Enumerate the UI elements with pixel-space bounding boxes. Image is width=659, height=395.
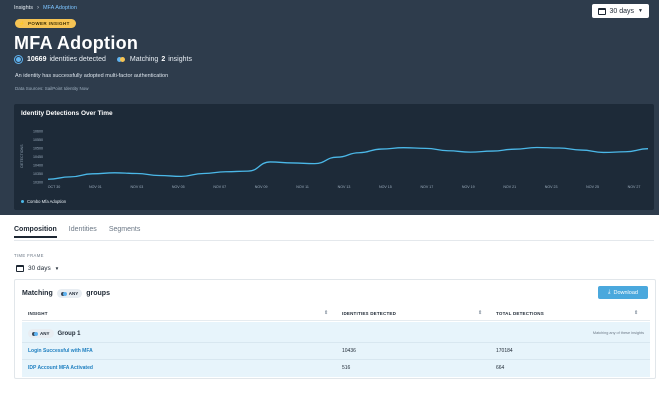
x-tick-label: NOV 27	[628, 185, 641, 189]
groups-icon	[60, 291, 67, 296]
matching-groups-heading: Matching ANY groups	[22, 289, 110, 298]
page: Insights › MFA Adoption 30 days ▼ ⚡ POWE…	[0, 0, 659, 395]
breadcrumb-separator: ›	[36, 5, 39, 11]
identities-value: 516	[342, 365, 351, 371]
y-tick-label: 10450	[33, 155, 43, 159]
groups-icon	[32, 331, 38, 336]
insight-link[interactable]: IDP Account MFA Activated	[28, 365, 93, 371]
identities-count: 10669	[27, 56, 47, 63]
detections-value: 170184	[496, 348, 513, 354]
data-sources: Data Sources: SailPoint Identity Now	[15, 86, 89, 91]
x-tick-label: NOV 17	[420, 185, 433, 189]
table-row: Login Successful with MFA 10436 170184	[22, 342, 650, 358]
group-row: ANY Group 1 Matching any of these insigh…	[22, 322, 650, 377]
y-tick-label: 10300	[33, 181, 43, 185]
series-line	[47, 146, 649, 180]
sort-icon[interactable]: ⇕	[324, 310, 328, 316]
download-button[interactable]: ⤓ Download	[598, 286, 648, 299]
badge-label: POWER INSIGHT	[28, 21, 70, 26]
sort-icon[interactable]: ⇕	[634, 310, 638, 316]
matching-groups-panel: Matching ANY groups ⤓ Download INSIGHT ⇕…	[14, 279, 656, 379]
y-tick-label: 10400	[33, 164, 43, 168]
insight-header: Insights › MFA Adoption 30 days ▼ ⚡ POWE…	[0, 0, 659, 215]
page-title: MFA Adoption	[14, 33, 139, 53]
matching-suffix: insights	[168, 56, 192, 63]
chart-legend[interactable]: Combo Mfa Adoption	[21, 199, 66, 204]
chevron-down-icon: ▼	[54, 265, 60, 271]
header-timeframe-dropdown[interactable]: 30 days ▼	[591, 4, 649, 18]
x-tick-label: NOV 03	[130, 185, 143, 189]
calendar-icon	[16, 264, 24, 272]
detections-line-chart: DETECTIONS 10600 10550 10500 10450 10400 10350…	[20, 130, 649, 189]
x-tick-label: NOV 23	[545, 185, 558, 189]
identity-icon	[15, 56, 22, 63]
matching-suffix-label: groups	[86, 290, 110, 297]
matching-prefix-label: Matching	[22, 290, 53, 297]
timeframe-value: 30 days	[28, 264, 51, 272]
x-tick-label: NOV 09	[255, 185, 268, 189]
insights-icon	[116, 56, 125, 63]
y-tick-label: 10500	[33, 147, 43, 151]
tab-identities[interactable]: Identities	[69, 226, 97, 238]
x-tick-label: NOV 05	[172, 185, 185, 189]
timeframe-dropdown[interactable]: 30 days ▼	[16, 262, 59, 274]
y-tick-label: 10600	[33, 130, 43, 134]
chevron-down-icon: ▼	[638, 8, 643, 14]
x-tick-label: NOV 19	[462, 185, 475, 189]
x-tick-label: NOV 25	[586, 185, 599, 189]
insight-description: An identity has successfully adopted mul…	[15, 73, 169, 79]
x-tick-label: NOV 21	[503, 185, 516, 189]
y-axis-title: DETECTIONS	[20, 144, 24, 168]
legend-swatch	[21, 200, 24, 203]
any-chip[interactable]: ANY	[56, 289, 83, 298]
detections-chart-card: Identity Detections Over Time DETECTIONS…	[14, 104, 654, 210]
matching-prefix: Matching	[129, 56, 159, 63]
tab-composition[interactable]: Composition	[14, 226, 57, 238]
header-total-detections[interactable]: TOTAL DETECTIONS	[496, 311, 544, 316]
timeframe-label: TIME FRAME	[14, 253, 44, 258]
any-chip-label: ANY	[68, 291, 79, 296]
insight-stats: 10669 identities detected Matching 2 ins…	[15, 56, 192, 63]
download-icon: ⤓	[608, 289, 611, 295]
matching-count: 2	[161, 56, 166, 63]
detections-value: 664	[496, 365, 505, 371]
calendar-icon	[597, 7, 606, 15]
breadcrumb-current: MFA Adoption	[42, 5, 77, 11]
tabs-divider	[14, 240, 654, 241]
group-title: ANY Group 1	[28, 329, 81, 338]
x-tick-label: NOV 07	[213, 185, 226, 189]
x-tick-label: OCT 30	[48, 185, 61, 189]
lightning-icon: ⚡	[19, 20, 26, 26]
y-tick-label: 10350	[33, 172, 43, 176]
power-insight-badge: ⚡ POWER INSIGHT	[15, 19, 76, 28]
table-header: INSIGHT ⇕ IDENTITIES DETECTED ⇕ TOTAL DE…	[22, 307, 650, 321]
x-tick-label: NOV 13	[338, 185, 351, 189]
tab-bar: Composition Identities Segments	[14, 226, 140, 238]
header-identities-detected[interactable]: IDENTITIES DETECTED	[342, 311, 396, 316]
group-any-chip: ANY	[28, 329, 54, 338]
tab-segments[interactable]: Segments	[109, 226, 141, 238]
header-insight[interactable]: INSIGHT	[28, 311, 48, 316]
header-timeframe-value: 30 days	[609, 7, 635, 15]
group-name: Group 1	[57, 330, 81, 337]
x-tick-label: NOV 11	[296, 185, 309, 189]
breadcrumb-insights-link[interactable]: Insights	[14, 5, 33, 11]
identities-value: 10436	[342, 348, 356, 354]
breadcrumb: Insights › MFA Adoption	[14, 5, 77, 11]
download-label: Download	[613, 289, 638, 296]
y-tick-label: 10550	[33, 138, 43, 142]
group-chip-label: ANY	[40, 331, 50, 336]
insight-link[interactable]: Login Successful with MFA	[28, 348, 93, 354]
table-row: IDP Account MFA Activated 516 664	[22, 359, 650, 375]
sort-icon[interactable]: ⇕	[478, 310, 482, 316]
identities-text: identities detected	[49, 56, 106, 63]
group-note: Matching any of these insights	[592, 331, 644, 335]
x-tick-label: NOV 01	[89, 185, 102, 189]
legend-label: Combo Mfa Adoption	[27, 199, 67, 204]
x-tick-label: NOV 15	[379, 185, 392, 189]
